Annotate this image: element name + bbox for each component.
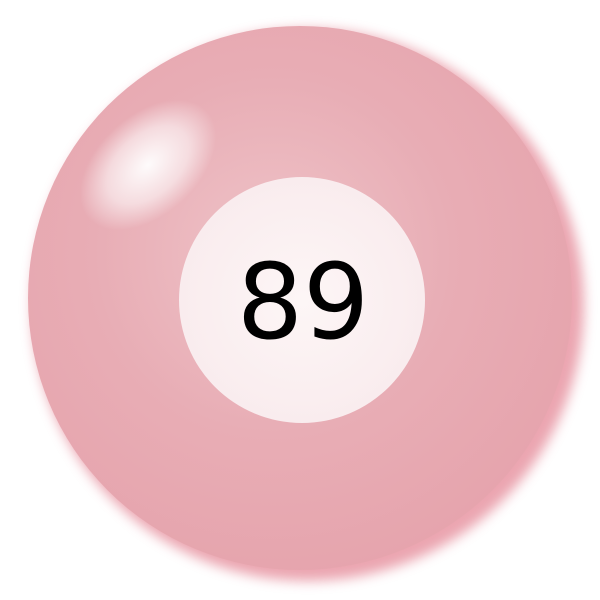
ball-number: 89 [237,241,369,363]
lottery-ball: 89 [0,0,600,600]
lottery-ball-graphic: 89 [28,26,584,581]
